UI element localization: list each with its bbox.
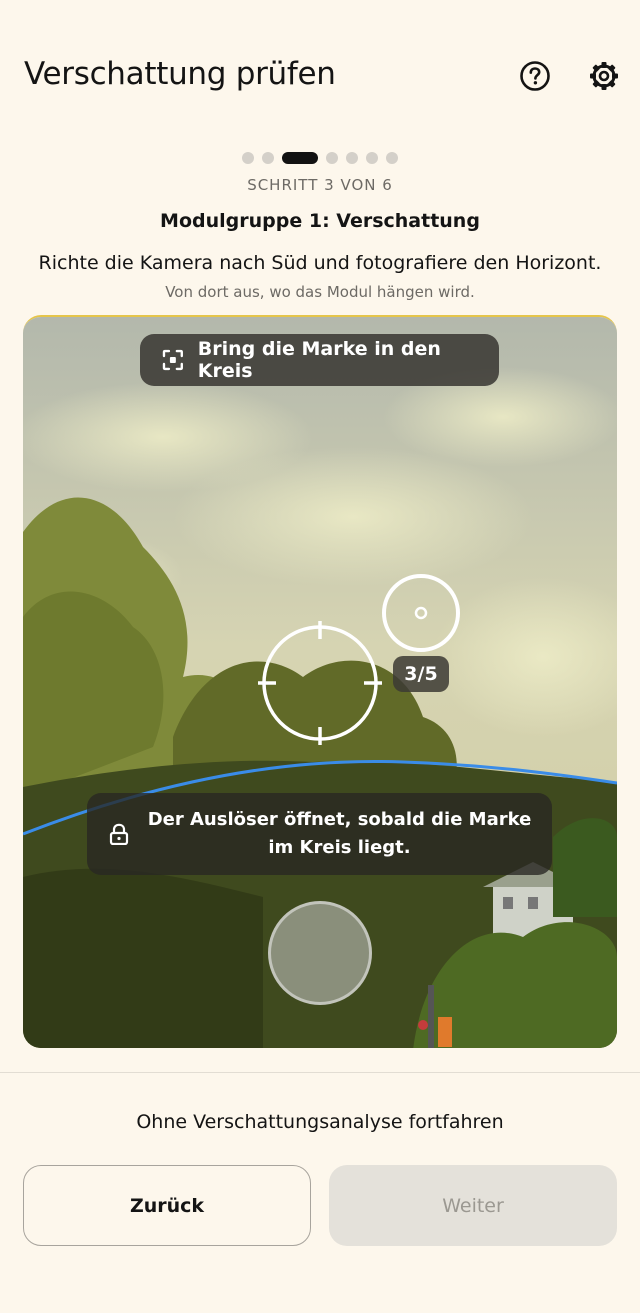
skip-shading-analysis-link[interactable]: Ohne Verschattungsanalyse fortfahren (0, 1111, 640, 1133)
capture-counter-badge: 3/5 (393, 656, 449, 692)
hint-pill: Bring die Marke in den Kreis (140, 334, 499, 386)
back-button[interactable]: Zurück (23, 1165, 311, 1246)
step-dot-active (282, 152, 318, 164)
settings-button[interactable] (586, 58, 622, 94)
gear-icon (590, 62, 618, 90)
help-button[interactable] (517, 58, 553, 94)
shutter-info-text: Der Auslöser öffnet, sobald die Marke im… (147, 809, 532, 858)
sub-instruction-text: Von dort aus, wo das Modul hängen wird. (165, 283, 475, 301)
page-title: Verschattung prüfen (24, 56, 336, 92)
step-dot (346, 152, 358, 164)
divider (0, 1072, 640, 1073)
lock-icon (109, 823, 129, 845)
next-button[interactable]: Weiter (329, 1165, 617, 1246)
step-dot (242, 152, 254, 164)
camera-viewfinder[interactable]: Bring die Marke in den Kreis 3/5 Der Aus… (23, 315, 617, 1048)
focus-frame-icon (162, 349, 183, 371)
step-dot (386, 152, 398, 164)
step-label: SCHRITT 3 VON 6 (247, 176, 393, 194)
group-title: Modulgruppe 1: Verschattung (160, 210, 480, 232)
step-progress-dots (0, 152, 640, 164)
step-dot (262, 152, 274, 164)
header: Verschattung prüfen (0, 0, 640, 150)
shutter-button[interactable] (268, 901, 372, 1005)
instruction-text: Richte die Kamera nach Süd und fotografi… (38, 252, 602, 274)
step-dot (366, 152, 378, 164)
help-icon (520, 61, 550, 91)
hint-text: Bring die Marke in den Kreis (197, 338, 441, 382)
shutter-info-overlay: Der Auslöser öffnet, sobald die Marke im… (87, 793, 552, 875)
step-dot (326, 152, 338, 164)
